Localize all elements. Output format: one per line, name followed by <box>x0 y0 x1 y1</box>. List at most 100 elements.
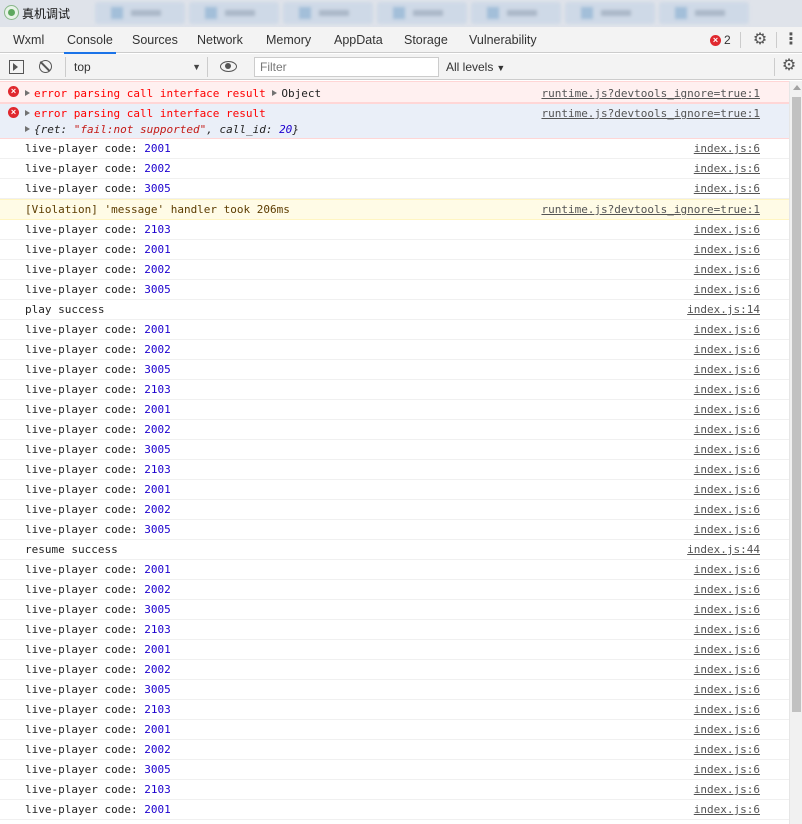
source-link[interactable]: index.js:6 <box>694 363 760 376</box>
log-text: play success <box>25 303 104 316</box>
log-text: live-player code: 2001 <box>25 323 171 336</box>
source-link[interactable]: index.js:6 <box>694 663 760 676</box>
source-link[interactable]: index.js:6 <box>694 583 760 596</box>
source-link[interactable]: index.js:6 <box>694 323 760 336</box>
log-prefix: live-player code: <box>25 643 145 656</box>
log-text: live-player code: 2002 <box>25 263 171 276</box>
browser-tab[interactable] <box>283 2 373 24</box>
expand-triangle-icon[interactable] <box>25 110 30 116</box>
log-prefix: play success <box>25 303 105 316</box>
log-prefix: live-player code: <box>25 443 145 456</box>
browser-tab[interactable] <box>565 2 655 24</box>
eye-icon[interactable] <box>220 61 237 72</box>
browser-tab[interactable] <box>189 2 279 24</box>
source-link[interactable]: index.js:6 <box>694 263 760 276</box>
source-link[interactable]: index.js:44 <box>687 543 760 556</box>
log-prefix: live-player code: <box>25 463 145 476</box>
source-link[interactable]: index.js:6 <box>694 603 760 616</box>
source-link[interactable]: index.js:6 <box>694 523 760 536</box>
filter-input[interactable] <box>254 57 439 77</box>
source-link[interactable]: index.js:6 <box>694 643 760 656</box>
tab-wxml[interactable]: Wxml <box>10 27 47 53</box>
source-link[interactable]: index.js:6 <box>694 743 760 756</box>
source-link[interactable]: index.js:6 <box>694 563 760 576</box>
log-code: 2001 <box>144 403 171 416</box>
expand-triangle-icon[interactable] <box>25 126 30 132</box>
more-options-icon[interactable]: ⋮ <box>783 31 799 49</box>
console-log-message: live-player code: 2103 index.js:6 <box>0 620 789 640</box>
log-text: live-player code: 2001 <box>25 563 171 576</box>
error-text[interactable]: error parsing call interface result Obje… <box>25 87 321 100</box>
source-link[interactable]: index.js:6 <box>694 783 760 796</box>
source-link[interactable]: index.js:6 <box>694 243 760 256</box>
divider <box>774 58 775 76</box>
source-link[interactable]: index.js:6 <box>694 423 760 436</box>
context-select[interactable]: top ▼ <box>65 57 208 77</box>
log-prefix: live-player code: <box>25 142 145 155</box>
source-link[interactable]: index.js:14 <box>687 303 760 316</box>
source-link[interactable]: index.js:6 <box>694 343 760 356</box>
source-link[interactable]: index.js:6 <box>694 803 760 816</box>
sidebar-toggle-icon[interactable] <box>9 60 24 74</box>
expand-triangle-icon[interactable] <box>272 90 278 96</box>
scroll-up-arrow-icon[interactable] <box>793 85 801 90</box>
tab-vulnerability[interactable]: Vulnerability <box>466 27 540 53</box>
source-link[interactable]: runtime.js?devtools_ignore=true:1 <box>541 203 760 216</box>
tab-sources[interactable]: Sources <box>129 27 181 53</box>
log-text: live-player code: 2002 <box>25 743 171 756</box>
expand-triangle-icon[interactable] <box>25 90 30 96</box>
source-link[interactable]: index.js:6 <box>694 223 760 236</box>
source-link[interactable]: index.js:6 <box>694 182 760 195</box>
source-link[interactable]: index.js:6 <box>694 503 760 516</box>
log-text: live-player code: 3005 <box>25 763 171 776</box>
clear-console-icon[interactable] <box>39 60 52 73</box>
log-prefix: live-player code: <box>25 283 145 296</box>
log-code: 3005 <box>144 443 171 456</box>
console-log-message: live-player code: 2001 index.js:6 <box>0 480 789 500</box>
source-link[interactable]: index.js:6 <box>694 383 760 396</box>
console-settings-gear-icon[interactable]: ⚙ <box>781 58 797 74</box>
log-prefix: live-player code: <box>25 683 145 696</box>
browser-tab[interactable] <box>377 2 467 24</box>
console-log-message: live-player code: 3005 index.js:6 <box>0 440 789 460</box>
browser-tab[interactable] <box>95 2 185 24</box>
source-link[interactable]: index.js:6 <box>694 703 760 716</box>
error-counter[interactable]: × 2 <box>710 33 731 47</box>
console-log-message: live-player code: 2001 index.js:6 <box>0 560 789 580</box>
gear-icon[interactable]: ⚙ <box>752 32 768 48</box>
log-code: 2103 <box>144 623 171 636</box>
log-text: live-player code: 2103 <box>25 463 171 476</box>
source-link[interactable]: index.js:6 <box>694 162 760 175</box>
object-preview[interactable]: {ret: "fail:not supported", call_id: 20} <box>25 123 299 136</box>
error-text[interactable]: error parsing call interface result <box>25 107 266 120</box>
log-text: live-player code: 2103 <box>25 383 171 396</box>
source-link[interactable]: runtime.js?devtools_ignore=true:1 <box>541 107 760 120</box>
source-link[interactable]: index.js:6 <box>694 763 760 776</box>
source-link[interactable]: index.js:6 <box>694 623 760 636</box>
tab-network[interactable]: Network <box>194 27 246 53</box>
context-select-value: top <box>74 60 91 74</box>
tab-storage[interactable]: Storage <box>401 27 451 53</box>
source-link[interactable]: index.js:6 <box>694 683 760 696</box>
tab-appdata[interactable]: AppData <box>331 27 386 53</box>
source-link[interactable]: index.js:6 <box>694 723 760 736</box>
console-scrollbar[interactable] <box>789 81 802 824</box>
log-prefix: live-player code: <box>25 223 145 236</box>
browser-tab[interactable] <box>471 2 561 24</box>
source-link[interactable]: index.js:6 <box>694 283 760 296</box>
source-link[interactable]: index.js:6 <box>694 403 760 416</box>
source-link[interactable]: index.js:6 <box>694 483 760 496</box>
source-link[interactable]: index.js:6 <box>694 443 760 456</box>
source-link[interactable]: runtime.js?devtools_ignore=true:1 <box>541 87 760 100</box>
tab-memory[interactable]: Memory <box>263 27 314 53</box>
source-link[interactable]: index.js:6 <box>694 463 760 476</box>
console-log-message: live-player code: 2002 index.js:6 <box>0 260 789 280</box>
log-code: 3005 <box>144 363 171 376</box>
source-link[interactable]: index.js:6 <box>694 142 760 155</box>
browser-tab[interactable] <box>659 2 749 24</box>
log-levels-dropdown[interactable]: All levels ▼ <box>446 57 505 77</box>
log-code: 2002 <box>144 583 171 596</box>
tab-console[interactable]: Console <box>64 27 116 54</box>
scrollbar-thumb[interactable] <box>792 97 801 712</box>
console-log-message: live-player code: 3005 index.js:6 <box>0 520 789 540</box>
